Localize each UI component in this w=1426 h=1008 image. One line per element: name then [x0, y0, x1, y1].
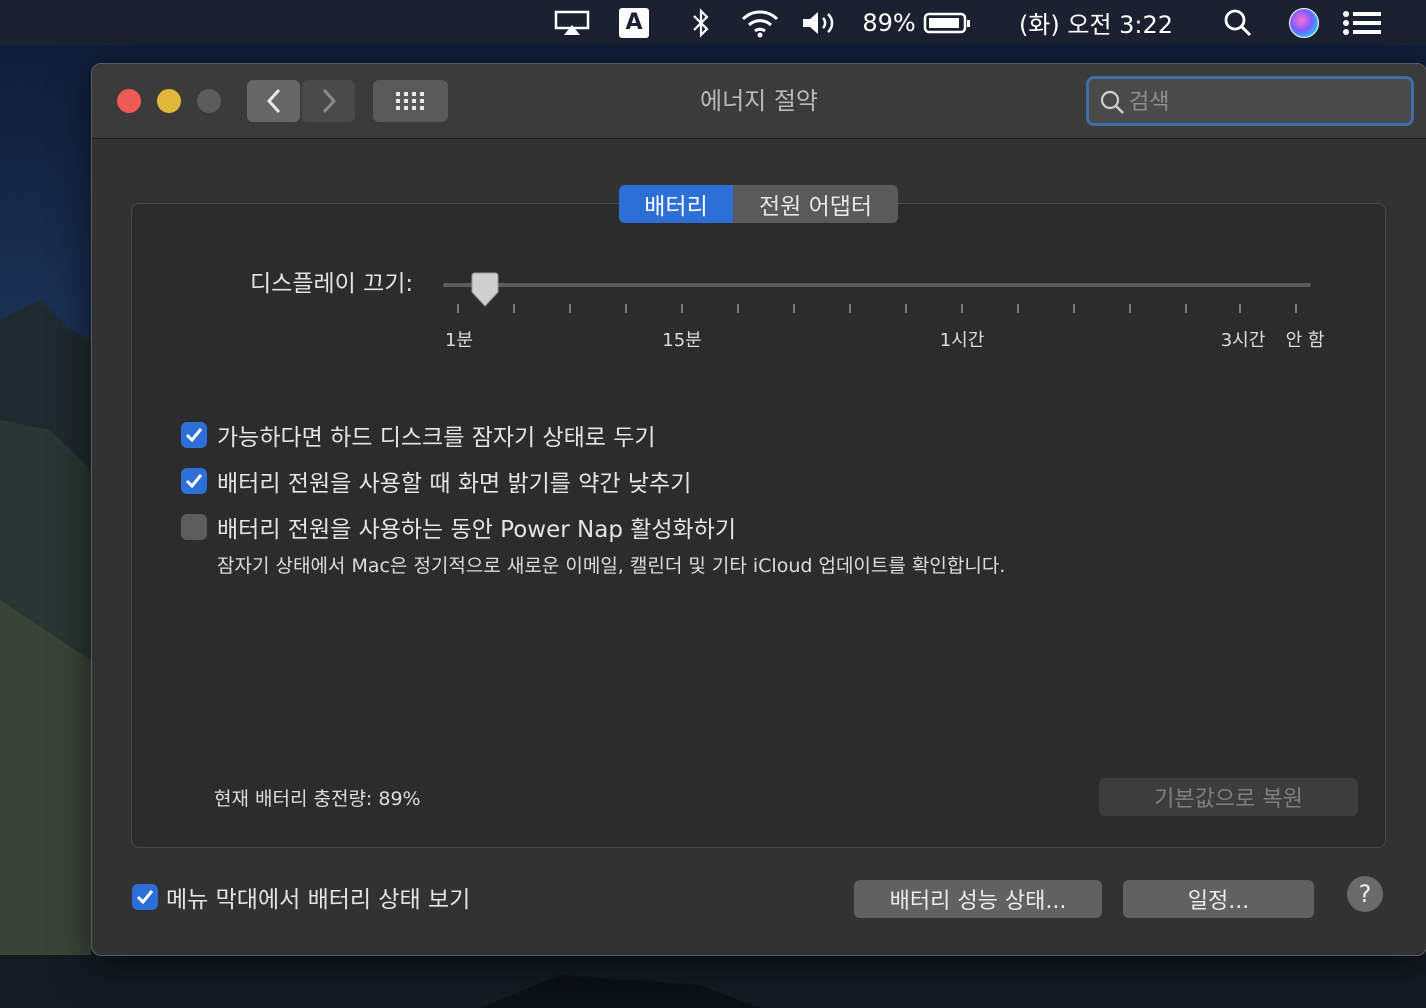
- spotlight-icon[interactable]: [1222, 0, 1254, 45]
- battery-icon[interactable]: [922, 0, 972, 45]
- airplay-icon[interactable]: [552, 0, 592, 45]
- wifi-icon[interactable]: [738, 0, 782, 45]
- notification-center-icon[interactable]: [1340, 0, 1384, 45]
- hard-disk-sleep-checkbox[interactable]: [181, 422, 207, 448]
- chevron-right-icon: [322, 88, 336, 114]
- slider-tick: [569, 304, 571, 313]
- input-source-icon[interactable]: A: [617, 0, 651, 45]
- tab-power-adapter[interactable]: 전원 어댑터: [733, 185, 898, 223]
- slider-tick: [849, 304, 851, 313]
- forward-button[interactable]: [302, 80, 355, 122]
- grid-icon: [395, 92, 424, 110]
- display-off-slider-thumb[interactable]: [469, 272, 501, 308]
- checkmark-icon: [185, 474, 203, 489]
- restore-defaults-button[interactable]: 기본값으로 복원: [1099, 778, 1358, 816]
- show-in-menubar-checkbox[interactable]: [132, 884, 158, 910]
- dim-display-label: 배터리 전원을 사용할 때 화면 밝기를 약간 낮추기: [217, 471, 692, 497]
- tick-label-1min: 1분: [444, 330, 474, 351]
- power-nap-description: 잠자기 상태에서 Mac은 정기적으로 새로운 이메일, 캘린더 및 기타 iC…: [217, 555, 1006, 577]
- tick-label-3hours: 3시간: [1220, 330, 1266, 351]
- minimize-button[interactable]: [157, 89, 181, 113]
- slider-tick: [793, 304, 795, 313]
- schedule-button[interactable]: 일정...: [1123, 880, 1314, 918]
- tick-label-15min: 15분: [662, 330, 702, 351]
- slider-tick: [961, 304, 963, 313]
- checkmark-icon: [185, 428, 203, 443]
- search-field[interactable]: [1086, 76, 1414, 126]
- display-off-slider-track[interactable]: [443, 283, 1311, 287]
- siri-icon[interactable]: [1286, 0, 1322, 45]
- chevron-left-icon: [266, 88, 280, 114]
- slider-tick: [1239, 304, 1241, 313]
- slider-tick: [905, 304, 907, 313]
- tab-battery[interactable]: 배터리: [619, 185, 733, 223]
- power-nap-label: 배터리 전원을 사용하는 동안 Power Nap 활성화하기: [217, 517, 737, 543]
- show-all-button[interactable]: [373, 80, 448, 122]
- search-icon: [1100, 90, 1124, 114]
- battery-health-button[interactable]: 배터리 성능 상태...: [854, 880, 1102, 918]
- tick-label-never: 안 함: [1285, 330, 1325, 351]
- tick-label-1hour: 1시간: [939, 330, 985, 351]
- back-button[interactable]: [247, 80, 300, 122]
- zoom-button[interactable]: [197, 89, 221, 113]
- title-bar: 에너지 절약: [92, 64, 1426, 139]
- slider-tick: [737, 304, 739, 313]
- help-button[interactable]: ?: [1347, 876, 1383, 912]
- hard-disk-sleep-label: 가능하다면 하드 디스크를 잠자기 상태로 두기: [217, 425, 656, 451]
- volume-icon[interactable]: [800, 0, 838, 45]
- display-off-label: 디스플레이 끄기:: [250, 271, 414, 297]
- slider-tick: [1129, 304, 1131, 313]
- menubar-clock[interactable]: (화) 오전 3:22: [1008, 0, 1184, 45]
- slider-tick: [681, 304, 683, 313]
- battery-percent[interactable]: 89%: [860, 0, 918, 45]
- input-source-label: A: [619, 7, 649, 38]
- close-button[interactable]: [117, 89, 141, 113]
- slider-tick: [625, 304, 627, 313]
- battery-charge-label: 현재 배터리 충전량: 89%: [214, 788, 421, 810]
- energy-saver-window: 에너지 절약 배터리 전원 어댑터 디스플레이 끄기: 1분 15분 1시간 3…: [91, 63, 1426, 956]
- slider-tick: [1295, 304, 1297, 313]
- menu-bar: A 89% (화) 오전 3:22: [0, 0, 1426, 45]
- bluetooth-icon[interactable]: [688, 0, 714, 45]
- tab-bar: 배터리 전원 어댑터: [619, 185, 898, 223]
- power-nap-checkbox[interactable]: [181, 514, 207, 540]
- dim-display-checkbox[interactable]: [181, 468, 207, 494]
- slider-tick: [1185, 304, 1187, 313]
- slider-tick: [1017, 304, 1019, 313]
- slider-tick: [457, 304, 459, 313]
- checkmark-icon: [136, 890, 154, 905]
- slider-tick: [1073, 304, 1075, 313]
- search-input[interactable]: [1127, 81, 1401, 123]
- show-in-menubar-label: 메뉴 막대에서 배터리 상태 보기: [166, 887, 471, 913]
- slider-tick: [513, 304, 515, 313]
